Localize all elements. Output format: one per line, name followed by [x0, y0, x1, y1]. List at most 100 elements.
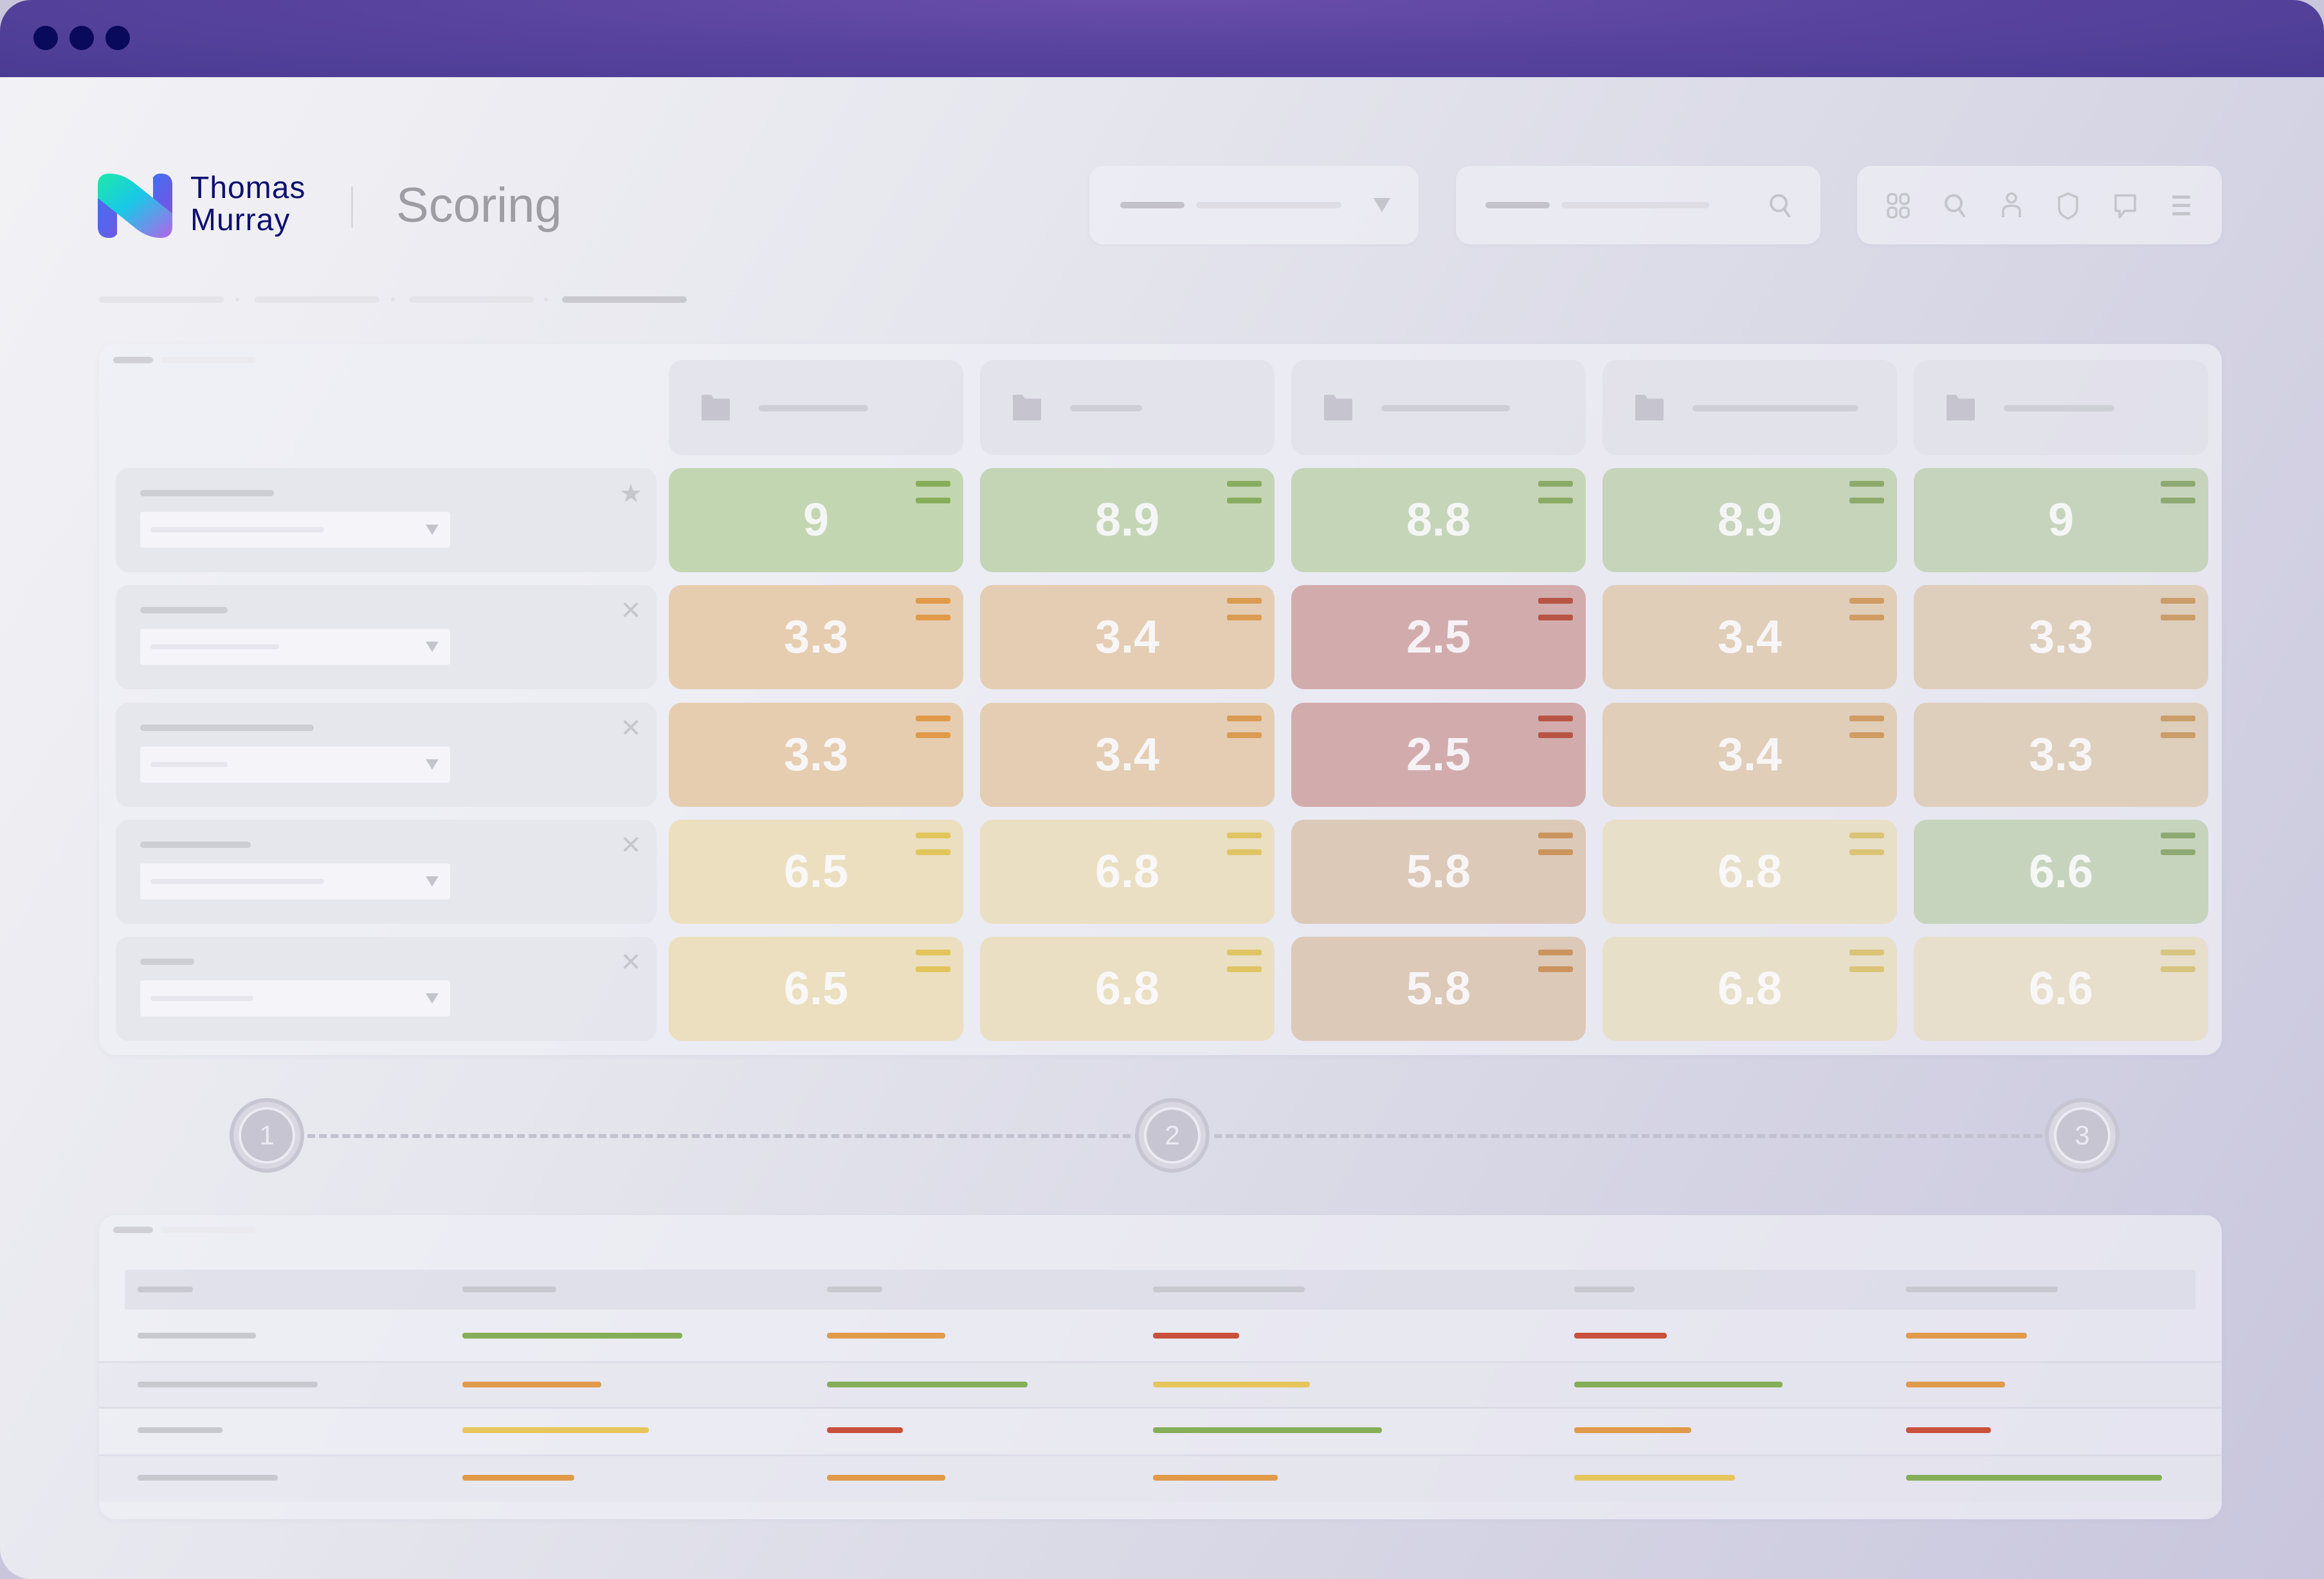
score-value: 3.3 — [783, 611, 849, 663]
row-label-placeholder — [138, 1333, 256, 1339]
score-value: 3.4 — [1717, 729, 1783, 780]
column-header-placeholder[interactable] — [1906, 1286, 2058, 1292]
status-bar-orange — [827, 1333, 945, 1339]
breadcrumb-item[interactable] — [255, 296, 379, 303]
column-title-placeholder — [1070, 405, 1142, 411]
breadcrumb-current — [562, 296, 687, 303]
equal-trend-icon — [1227, 833, 1262, 855]
status-bar-orange — [827, 1475, 945, 1481]
row-title-placeholder — [140, 725, 314, 731]
close-icon[interactable]: ✕ — [619, 598, 642, 624]
score-cell[interactable]: 6.8 — [980, 937, 1275, 1041]
score-cell[interactable]: 6.6 — [1914, 820, 2208, 924]
score-cell[interactable]: 9 — [1914, 468, 2208, 572]
title-bar — [0, 0, 2324, 77]
column-header[interactable] — [1602, 360, 1897, 455]
step-1[interactable]: 1 — [230, 1098, 304, 1173]
score-cell[interactable]: 6.5 — [669, 820, 963, 924]
status-bar-red — [1906, 1427, 1991, 1433]
score-cell[interactable]: 3.3 — [669, 585, 963, 689]
folder-icon — [1013, 395, 1041, 420]
row-label-card: ✕ — [116, 820, 657, 924]
score-cell[interactable]: 2.5 — [1291, 585, 1586, 689]
score-value: 6.6 — [2028, 963, 2094, 1015]
search-icon[interactable] — [1943, 193, 1966, 219]
row-select[interactable] — [140, 746, 450, 782]
shield-icon[interactable] — [2056, 192, 2080, 220]
row-select[interactable] — [140, 512, 450, 548]
chat-icon[interactable] — [2113, 193, 2138, 220]
score-cell[interactable]: 9 — [669, 468, 963, 572]
star-icon[interactable]: ★ — [619, 481, 642, 507]
score-cell[interactable]: 5.8 — [1291, 937, 1586, 1041]
score-cell[interactable]: 6.8 — [1602, 820, 1897, 924]
select-placeholder — [150, 644, 279, 649]
menu-icon[interactable] — [2171, 194, 2192, 217]
score-cell[interactable]: 5.8 — [1291, 820, 1586, 924]
grid-icon[interactable] — [1887, 193, 1910, 219]
column-header[interactable] — [1291, 360, 1586, 455]
breadcrumb-item[interactable] — [99, 296, 224, 303]
user-icon[interactable] — [2000, 192, 2023, 219]
score-cell[interactable]: 3.4 — [980, 703, 1275, 807]
status-bar-yellow — [1153, 1382, 1310, 1387]
score-cell[interactable]: 6.6 — [1914, 937, 2208, 1041]
score-cell[interactable]: 6.8 — [980, 820, 1275, 924]
step-3[interactable]: 3 — [2045, 1098, 2120, 1173]
score-cell[interactable]: 3.4 — [1602, 585, 1897, 689]
select-placeholder — [150, 527, 324, 532]
row-select[interactable] — [140, 629, 450, 665]
score-cell[interactable]: 8.9 — [980, 468, 1275, 572]
step-2[interactable]: 2 — [1135, 1098, 1210, 1173]
close-icon[interactable]: ✕ — [619, 950, 642, 975]
filter-dropdown[interactable] — [1089, 166, 1419, 244]
score-cell[interactable]: 8.8 — [1291, 468, 1586, 572]
breadcrumb-item[interactable] — [409, 296, 534, 303]
score-value: 3.3 — [2028, 611, 2094, 663]
score-value: 2.5 — [1406, 729, 1471, 780]
select-placeholder — [150, 762, 228, 767]
row-title-placeholder — [140, 490, 274, 496]
column-header-placeholder[interactable] — [827, 1286, 882, 1292]
column-header[interactable] — [669, 360, 963, 455]
equal-trend-icon — [1849, 481, 1884, 503]
score-value: 9 — [803, 494, 830, 546]
score-cell[interactable]: 3.3 — [1914, 585, 2208, 689]
column-title-placeholder — [2004, 405, 2114, 411]
score-value: 8.8 — [1406, 494, 1471, 546]
close-icon[interactable]: ✕ — [619, 833, 642, 858]
equal-trend-icon — [2161, 716, 2195, 738]
score-cell[interactable]: 3.3 — [1914, 703, 2208, 807]
row-label-card: ✕ — [116, 937, 657, 1041]
app-window: Thomas Murray Scoring 1 2 3 ★ 9 8.9 8.8 … — [0, 0, 2324, 1579]
score-cell[interactable]: 6.8 — [1602, 937, 1897, 1041]
equal-trend-icon — [916, 716, 950, 738]
window-maximize-button[interactable] — [105, 26, 130, 50]
column-header-placeholder[interactable] — [1153, 1286, 1305, 1292]
column-header-placeholder[interactable] — [462, 1286, 556, 1292]
score-cell[interactable]: 3.4 — [1602, 703, 1897, 807]
score-cell[interactable]: 3.3 — [669, 703, 963, 807]
score-value: 5.8 — [1406, 963, 1471, 1015]
window-minimize-button[interactable] — [69, 26, 94, 50]
score-cell[interactable]: 6.5 — [669, 937, 963, 1041]
column-header-placeholder[interactable] — [138, 1286, 193, 1292]
score-cell[interactable]: 2.5 — [1291, 703, 1586, 807]
score-cell[interactable]: 3.4 — [980, 585, 1275, 689]
status-bar-green — [462, 1333, 682, 1339]
search-label-placeholder — [1485, 202, 1550, 208]
search-input[interactable] — [1456, 166, 1820, 244]
equal-trend-icon — [1538, 598, 1573, 620]
column-header-placeholder[interactable] — [1574, 1286, 1635, 1292]
column-header[interactable] — [1914, 360, 2208, 455]
close-icon[interactable]: ✕ — [619, 716, 642, 741]
status-bar-red — [827, 1427, 903, 1433]
row-label-placeholder — [138, 1382, 318, 1387]
row-select[interactable] — [140, 980, 450, 1016]
row-title-placeholder — [140, 607, 228, 613]
score-cell[interactable]: 8.9 — [1602, 468, 1897, 572]
row-select[interactable] — [140, 863, 450, 899]
caret-down-icon — [426, 525, 439, 535]
column-header[interactable] — [980, 360, 1275, 455]
window-close-button[interactable] — [33, 26, 58, 50]
